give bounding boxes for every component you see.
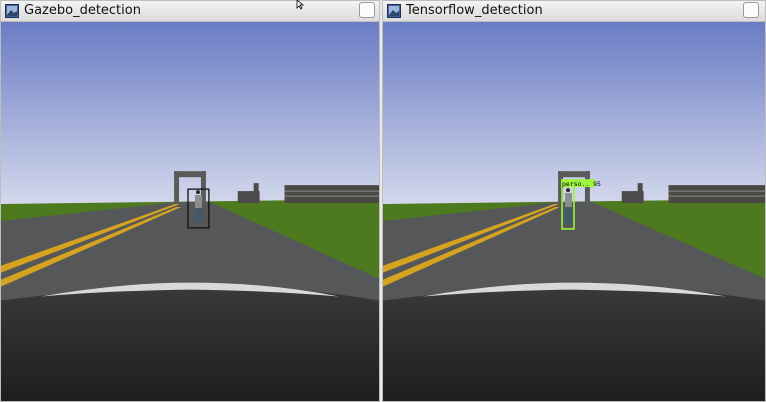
camera-view: perso.. 95 — [383, 22, 765, 401]
camera-view — [1, 22, 379, 401]
mouse-pointer-icon — [296, 0, 305, 10]
gazebo-detection-window[interactable]: Gazebo_detection — [0, 0, 380, 402]
car-hood — [1, 283, 379, 401]
window-control-button[interactable] — [743, 2, 759, 18]
window-title: Tensorflow_detection — [406, 3, 543, 18]
tensorflow-detection-window[interactable]: Tensorflow_detection perso.. 95 — [382, 0, 766, 402]
window-title: Gazebo_detection — [24, 3, 141, 18]
titlebar[interactable]: Gazebo_detection — [1, 1, 379, 22]
car-hood — [383, 283, 765, 401]
window-control-button[interactable] — [359, 2, 375, 18]
scene-image: perso.. 95 — [383, 22, 765, 401]
image-viewer-icon — [387, 4, 401, 18]
image-viewer-icon — [5, 4, 19, 18]
titlebar[interactable]: Tensorflow_detection — [383, 1, 765, 22]
detection-label: perso.. 95 — [562, 180, 601, 188]
scene-image — [1, 22, 379, 401]
